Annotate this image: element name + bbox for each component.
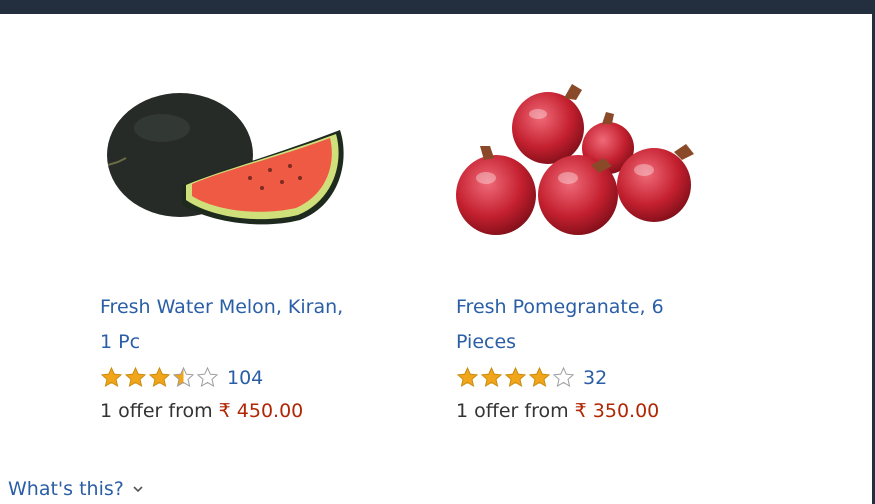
whats-this-label[interactable]: What's this? xyxy=(8,478,124,500)
offer-price[interactable]: ₹ 350.00 xyxy=(575,400,660,422)
product-card-watermelon: Fresh Water Melon, Kiran, 1 Pc 104 1 off… xyxy=(100,70,420,422)
review-count[interactable]: 32 xyxy=(583,367,607,389)
review-count[interactable]: 104 xyxy=(227,367,263,389)
offer-line: 1 offer from ₹ 450.00 xyxy=(100,400,303,422)
star-rating[interactable] xyxy=(100,366,219,389)
star-full-icon xyxy=(100,366,123,388)
pomegranate-image xyxy=(456,84,694,235)
product-image-watermelon[interactable] xyxy=(100,70,360,245)
whats-this-link[interactable]: What's this? xyxy=(8,478,144,500)
product-title-watermelon[interactable]: Fresh Water Melon, Kiran, 1 Pc xyxy=(100,290,400,360)
product-card-pomegranate: Fresh Pomegranate, 6 Pieces 32 1 offer f… xyxy=(456,70,776,422)
star-full-icon xyxy=(504,366,527,388)
product-title-line2[interactable]: 1 Pc xyxy=(100,325,400,360)
star-half-icon xyxy=(172,366,195,388)
star-full-icon xyxy=(528,366,551,388)
star-full-icon xyxy=(124,366,147,388)
rating-watermelon[interactable]: 104 xyxy=(100,366,263,389)
offer-prefix[interactable]: 1 offer from xyxy=(100,400,219,422)
star-rating[interactable] xyxy=(456,366,575,389)
star-full-icon xyxy=(480,366,503,388)
star-full-icon xyxy=(148,366,171,388)
offer-prefix[interactable]: 1 offer from xyxy=(456,400,575,422)
offer-line: 1 offer from ₹ 350.00 xyxy=(456,400,659,422)
chevron-down-icon xyxy=(133,486,143,493)
product-image-pomegranate[interactable] xyxy=(456,70,716,245)
star-full-icon xyxy=(456,366,479,388)
product-title-line1[interactable]: Fresh Water Melon, Kiran, xyxy=(100,290,400,325)
rating-pomegranate[interactable]: 32 xyxy=(456,366,607,389)
watermelon-image xyxy=(107,93,344,225)
product-title-line2[interactable]: Pieces xyxy=(456,325,756,360)
star-empty-icon xyxy=(552,366,575,388)
offer-price[interactable]: ₹ 450.00 xyxy=(219,400,304,422)
product-title-line1[interactable]: Fresh Pomegranate, 6 xyxy=(456,290,756,325)
top-nav-bar xyxy=(0,0,875,14)
product-title-pomegranate[interactable]: Fresh Pomegranate, 6 Pieces xyxy=(456,290,756,360)
star-empty-icon xyxy=(196,366,219,388)
